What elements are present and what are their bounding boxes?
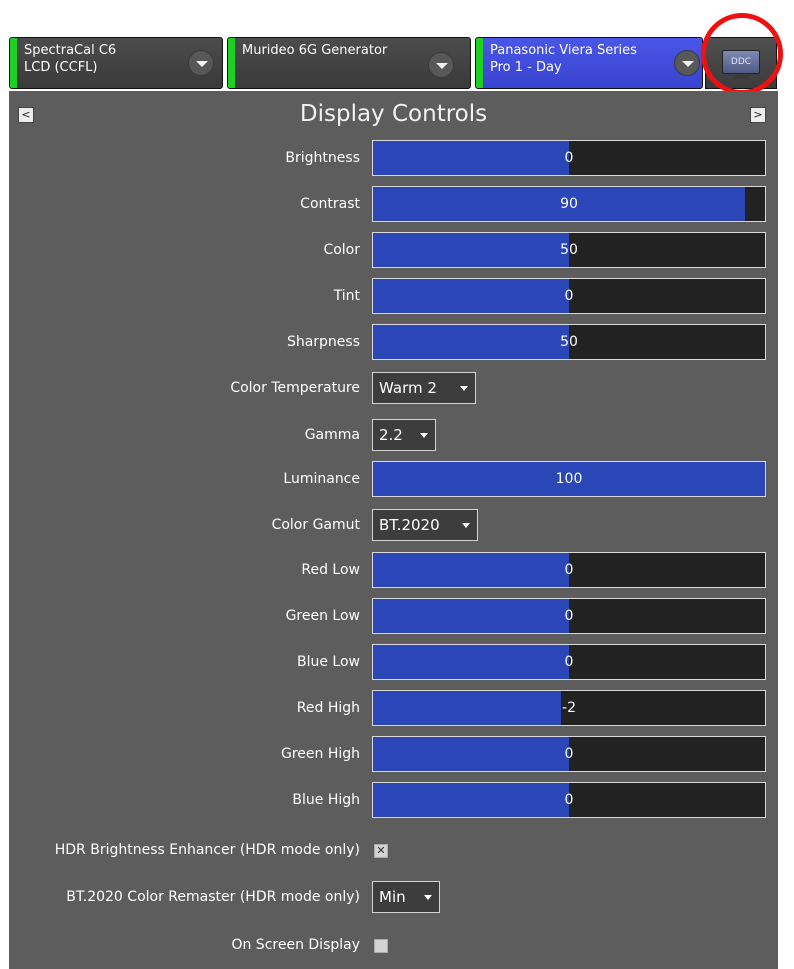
slider-value: 100 (555, 471, 583, 487)
brightness-slider[interactable]: 0 (372, 140, 766, 176)
slider-value: 0 (564, 792, 574, 808)
green-high-label: Green High (280, 746, 360, 762)
device-tab-display[interactable]: Panasonic Viera Series Pro 1 - Day (475, 37, 703, 89)
luminance-slider[interactable]: 100 (372, 461, 766, 497)
color-remaster-label: BT.2020 Color Remaster (HDR mode only) (66, 889, 360, 905)
slider-value: 50 (560, 334, 578, 350)
dropdown-arrow-icon (462, 523, 470, 528)
device-name: Panasonic Viera Series (490, 43, 637, 58)
hdr-brightness-checkbox[interactable]: ✕ (374, 844, 388, 858)
color-temperature-label: Color Temperature (230, 380, 360, 396)
gamma-label: Gamma (304, 427, 360, 443)
dropdown-arrow-icon (420, 433, 428, 438)
status-indicator (476, 38, 483, 88)
status-indicator (10, 38, 17, 88)
gamma-select[interactable]: 2.2 (372, 419, 436, 451)
dropdown-arrow-icon (460, 386, 468, 391)
color-gamut-select[interactable]: BT.2020 (372, 509, 478, 541)
prev-page-button[interactable]: < (18, 107, 34, 123)
osd-label: On Screen Display (231, 937, 360, 953)
page-title: Display Controls (299, 101, 488, 127)
red-high-slider[interactable]: -2 (372, 690, 766, 726)
tint-slider[interactable]: 0 (372, 278, 766, 314)
chevron-down-icon[interactable] (674, 50, 700, 76)
green-low-slider[interactable]: 0 (372, 598, 766, 634)
color-gamut-label: Color Gamut (271, 517, 360, 533)
hdr-brightness-label: HDR Brightness Enhancer (HDR mode only) (54, 842, 360, 858)
brightness-label: Brightness (285, 150, 360, 166)
luminance-label: Luminance (283, 471, 360, 487)
osd-checkbox[interactable] (374, 939, 388, 953)
slider-value: 0 (564, 654, 574, 670)
red-low-slider[interactable]: 0 (372, 552, 766, 588)
slider-value: 0 (564, 288, 574, 304)
chevron-down-icon[interactable] (428, 52, 454, 78)
blue-low-label: Blue Low (297, 654, 360, 670)
green-high-slider[interactable]: 0 (372, 736, 766, 772)
slider-value: 0 (564, 746, 574, 762)
next-page-button[interactable]: > (750, 107, 766, 123)
color-temperature-select[interactable]: Warm 2 (372, 372, 476, 404)
display-controls-panel: Display Controls < > Brightness 0 Contra… (9, 91, 778, 969)
blue-high-slider[interactable]: 0 (372, 782, 766, 818)
color-slider[interactable]: 50 (372, 232, 766, 268)
sharpness-slider[interactable]: 50 (372, 324, 766, 360)
color-remaster-select[interactable]: Min (372, 881, 440, 913)
dropdown-arrow-icon (424, 895, 432, 900)
device-tab-generator[interactable]: Murideo 6G Generator (227, 37, 471, 89)
tint-label: Tint (333, 288, 360, 304)
slider-value: 0 (564, 562, 574, 578)
device-mode: LCD (CCFL) (24, 60, 98, 75)
device-mode: Pro 1 - Day (490, 60, 562, 75)
red-high-label: Red High (296, 700, 360, 716)
contrast-label: Contrast (300, 196, 360, 212)
selected-value: 2.2 (379, 426, 403, 444)
green-low-label: Green Low (285, 608, 360, 624)
blue-high-label: Blue High (292, 792, 360, 808)
status-indicator (228, 38, 235, 88)
blue-low-slider[interactable]: 0 (372, 644, 766, 680)
selected-value: Warm 2 (379, 379, 437, 397)
slider-value: -2 (562, 700, 576, 716)
highlight-circle (701, 13, 783, 95)
device-tab-meter[interactable]: SpectraCal C6 LCD (CCFL) (9, 37, 223, 89)
selected-value: BT.2020 (379, 516, 440, 534)
slider-value: 50 (560, 242, 578, 258)
slider-value: 90 (560, 196, 578, 212)
selected-value: Min (379, 888, 406, 906)
slider-value: 0 (564, 150, 574, 166)
red-low-label: Red Low (301, 562, 360, 578)
device-name: SpectraCal C6 (24, 43, 117, 58)
chevron-down-icon[interactable] (188, 50, 214, 76)
slider-value: 0 (564, 608, 574, 624)
sharpness-label: Sharpness (286, 334, 360, 350)
contrast-slider[interactable]: 90 (372, 186, 766, 222)
color-label: Color (323, 242, 360, 258)
device-name: Murideo 6G Generator (242, 43, 388, 58)
